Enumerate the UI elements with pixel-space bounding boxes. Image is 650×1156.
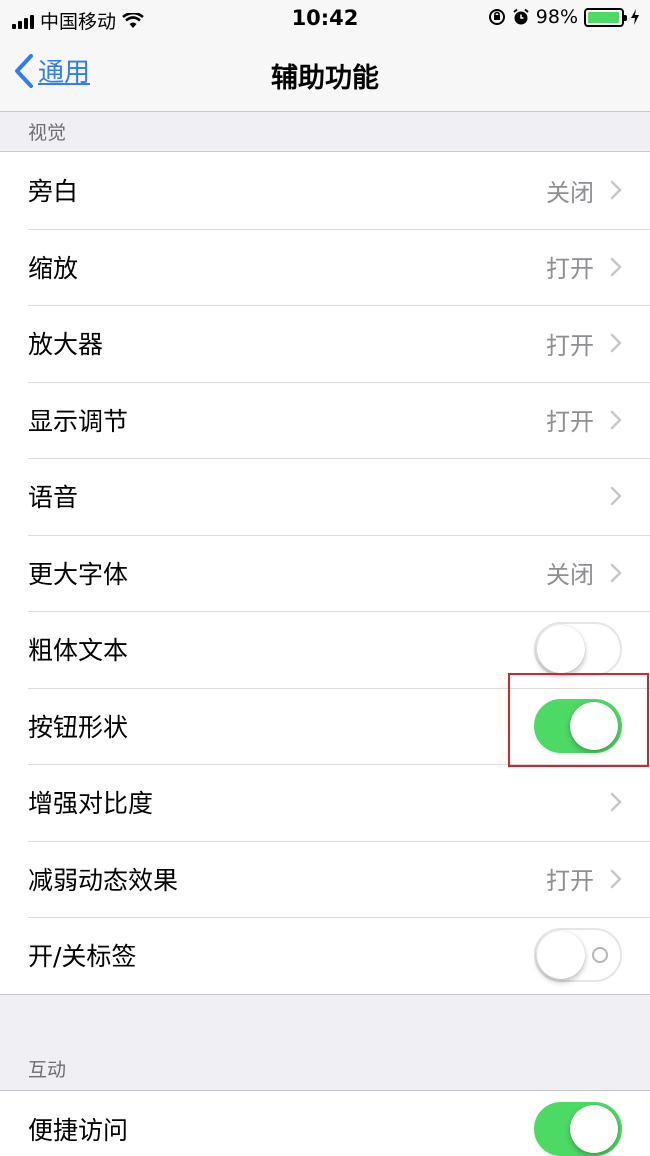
- settings-row[interactable]: 旁白 关闭: [0, 152, 650, 229]
- settings-row-value: 关闭: [546, 178, 594, 207]
- settings-row[interactable]: 显示调节 打开: [0, 381, 650, 459]
- section-header-vision: 视觉: [28, 122, 67, 144]
- settings-row-label: 便捷访问: [28, 1116, 129, 1146]
- section-header-interaction: 互动: [28, 1059, 67, 1081]
- rotation-lock-icon: [488, 9, 505, 25]
- off-label-icon: [592, 947, 608, 964]
- highlight-box: [508, 673, 649, 767]
- navigation-bar: 通用 辅助功能: [0, 38, 650, 112]
- settings-row-label: 缩放: [28, 253, 79, 283]
- chevron-right-icon: [610, 793, 622, 812]
- settings-row-label: 增强对比度: [28, 789, 154, 819]
- chevron-right-icon: [610, 563, 622, 582]
- toggle-switch[interactable]: [534, 928, 622, 983]
- chevron-right-icon: [610, 410, 622, 429]
- settings-row-label: 旁白: [28, 177, 79, 207]
- chevron-right-icon: [610, 181, 622, 200]
- chevron-right-icon: [610, 869, 622, 888]
- chevron-right-icon: [610, 334, 622, 353]
- settings-row-label: 开/关标签: [28, 942, 137, 972]
- settings-row[interactable]: 语音: [0, 458, 650, 535]
- settings-row[interactable]: 减弱动态效果 打开: [0, 840, 650, 918]
- chevron-right-icon: [610, 257, 622, 276]
- settings-row-label: 语音: [28, 483, 79, 513]
- settings-row[interactable]: 开/关标签: [0, 917, 650, 994]
- settings-row-value: 关闭: [546, 561, 594, 590]
- alarm-icon: [513, 8, 529, 25]
- settings-row-label: 粗体文本: [28, 636, 129, 666]
- toggle-switch[interactable]: [534, 622, 622, 677]
- settings-row-value: 打开: [546, 408, 594, 437]
- settings-row-label: 更大字体: [28, 559, 129, 589]
- settings-row-label: 显示调节: [28, 406, 129, 436]
- settings-row-value: 打开: [546, 255, 594, 284]
- battery-icon: [584, 7, 627, 27]
- settings-row[interactable]: 放大器 打开: [0, 305, 650, 382]
- settings-row-label: 减弱动态效果: [28, 865, 179, 895]
- settings-row-value: 打开: [546, 331, 594, 360]
- settings-group-interaction: 便捷访问: [0, 1090, 650, 1156]
- settings-row[interactable]: 缩放 打开: [0, 228, 650, 306]
- settings-row-label: 放大器: [28, 330, 104, 360]
- toggle-knob: [570, 1105, 618, 1154]
- chevron-right-icon: [610, 487, 622, 506]
- toggle-switch[interactable]: [534, 1102, 622, 1156]
- settings-group-vision: 旁白 关闭 缩放 打开 放大器 打开 显示调节 打开 语音 更大字体 关闭 粗体文本 按钮形状 增强对比度…: [0, 151, 650, 995]
- charging-bolt-icon: [631, 9, 639, 25]
- settings-row[interactable]: 增强对比度: [0, 764, 650, 841]
- battery-percent: 98%: [535, 6, 578, 28]
- settings-row-label: 按钮形状: [28, 712, 129, 742]
- toggle-knob: [537, 625, 585, 674]
- settings-row-value: 打开: [546, 867, 594, 896]
- toggle-knob: [537, 931, 585, 980]
- status-bar: 中国移动 10:42 98%: [0, 0, 650, 38]
- page-title: 辅助功能: [271, 63, 379, 94]
- battery-fill: [588, 11, 620, 23]
- settings-row[interactable]: 更大字体 关闭: [0, 534, 650, 612]
- settings-row[interactable]: 便捷访问: [0, 1091, 650, 1156]
